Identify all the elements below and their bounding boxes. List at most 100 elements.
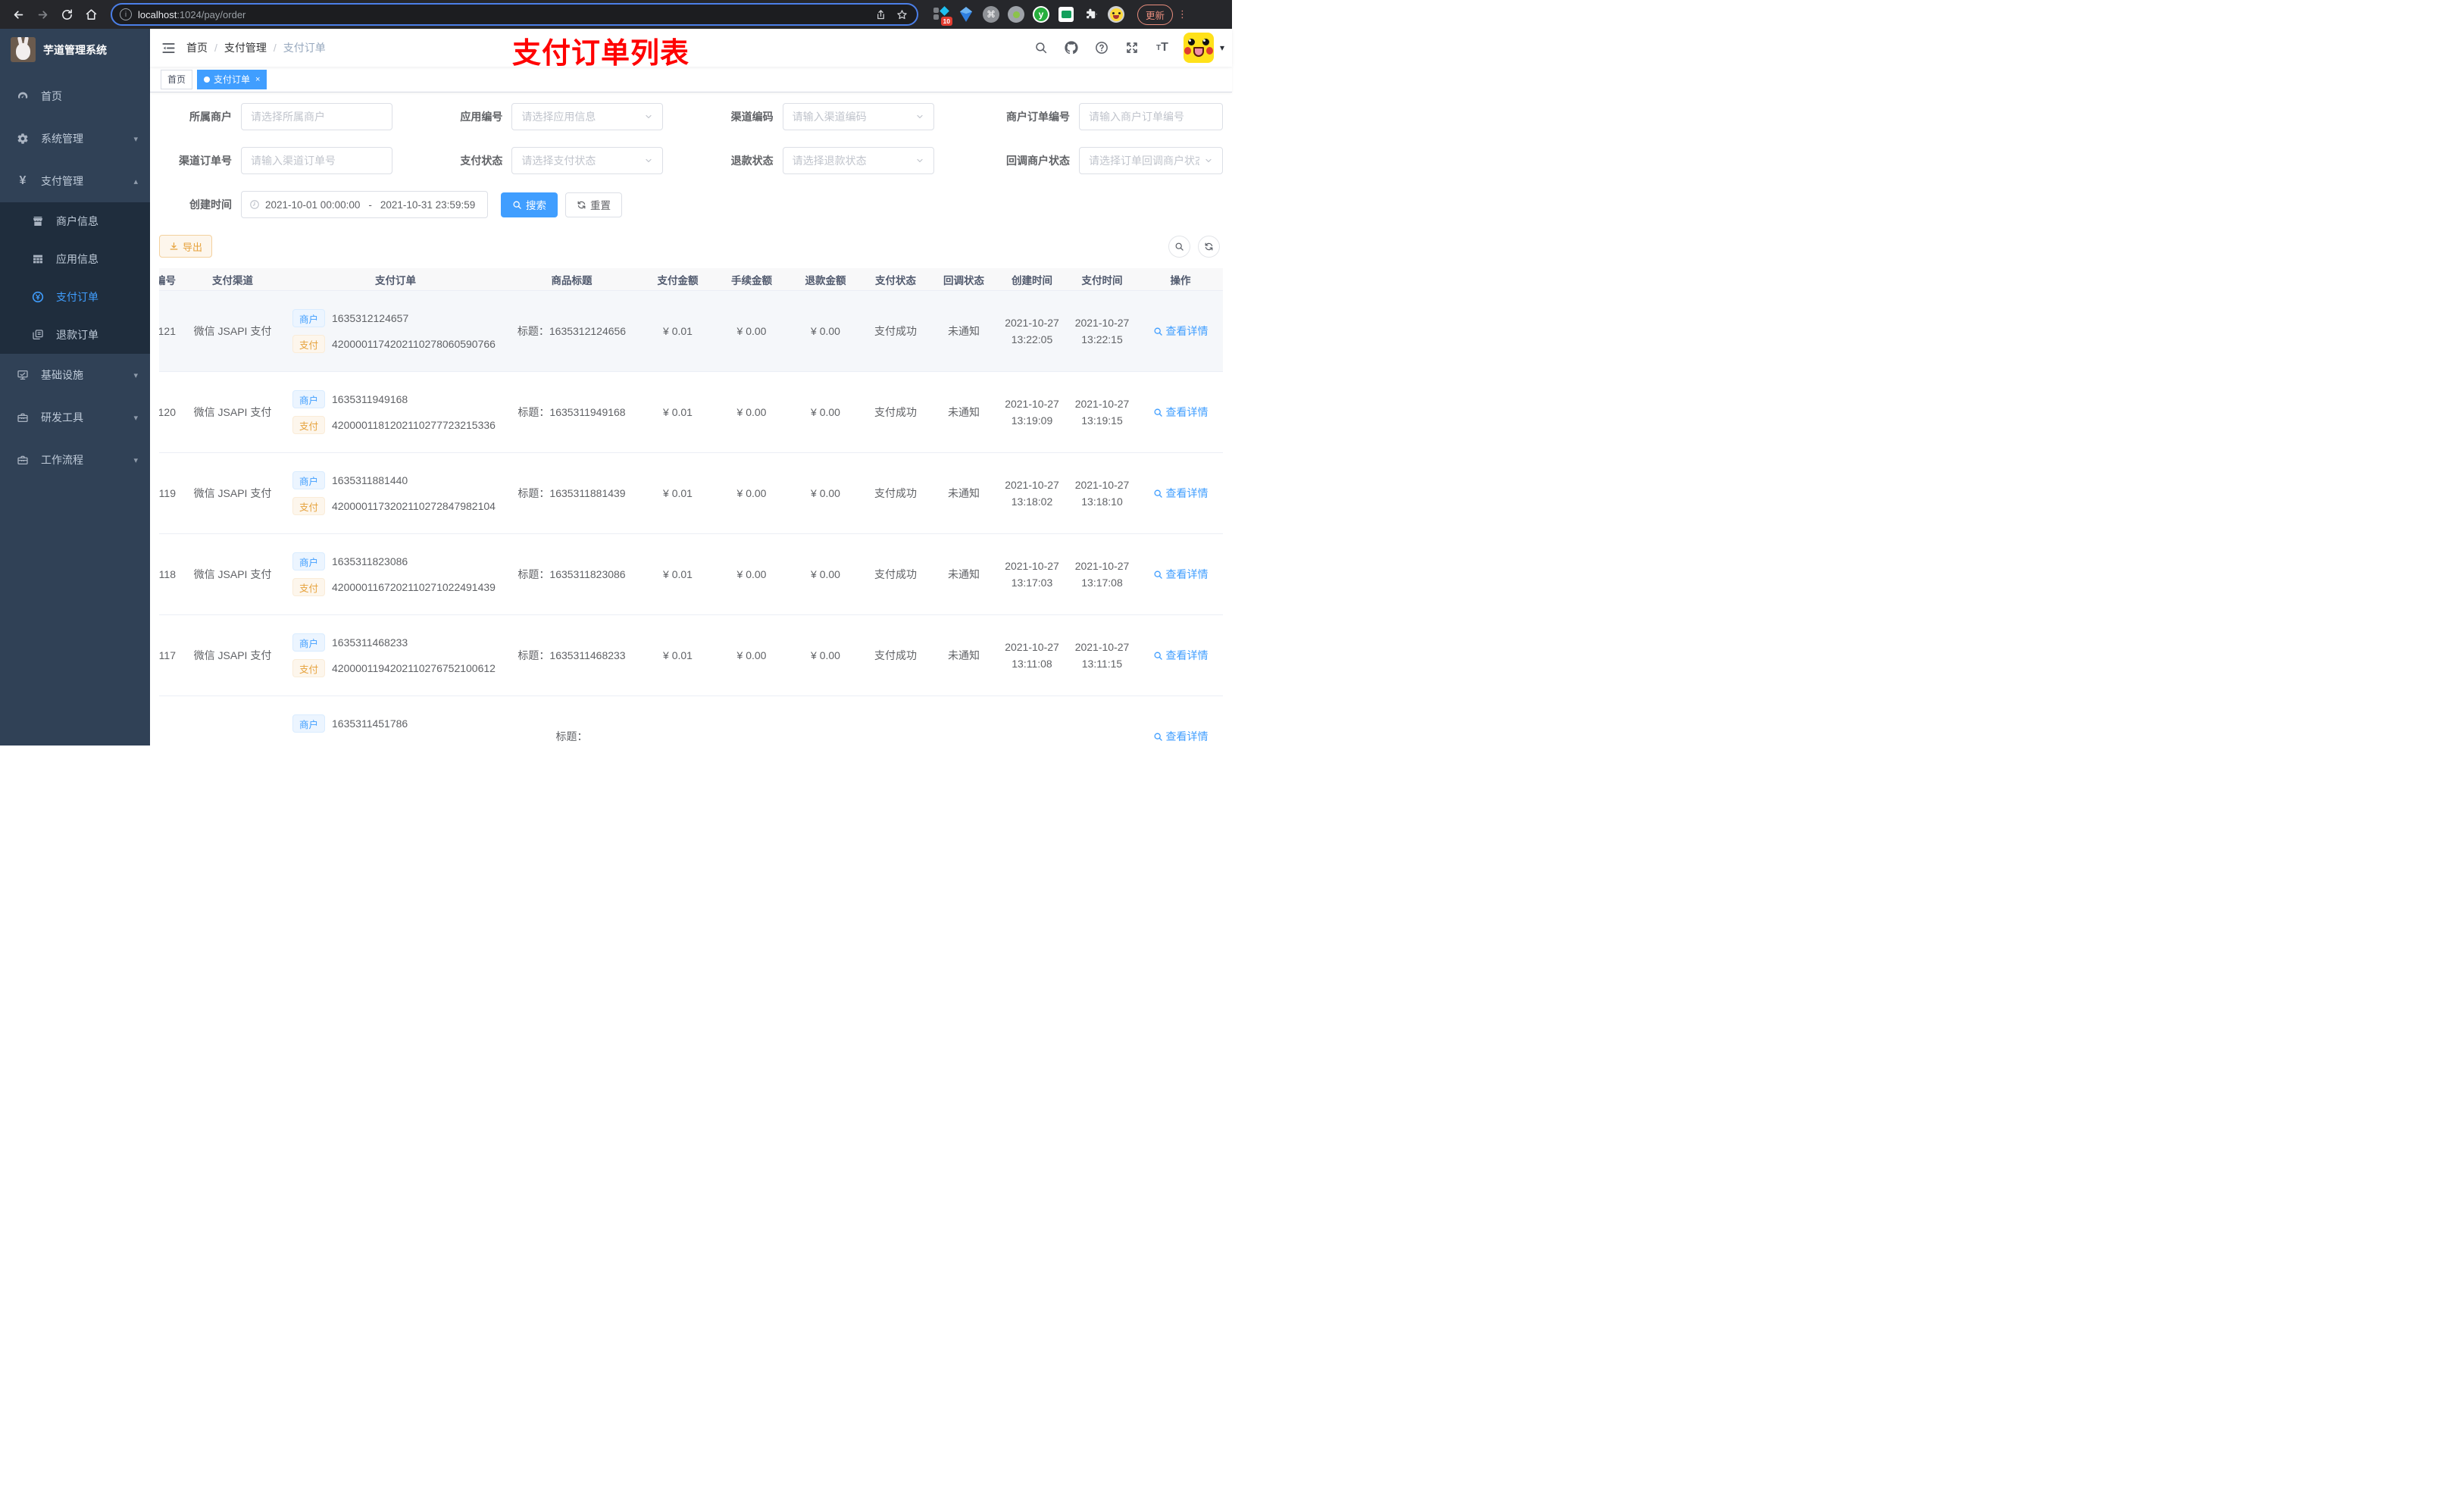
github-icon[interactable] (1056, 29, 1087, 67)
reset-button[interactable]: 重置 (565, 192, 622, 217)
table-row[interactable]: 119 微信 JSAPI 支付 商户 1635311881440 支付 4200… (159, 453, 1223, 534)
browser-reload-button[interactable] (56, 4, 77, 25)
pay-tag: 支付 (292, 497, 326, 515)
goods-title: 标题：1635311949168 (518, 406, 626, 418)
extension-badge: 10 (940, 17, 952, 26)
extension-command-icon[interactable]: ⌘ (982, 5, 1000, 23)
export-button[interactable]: 导出 (159, 235, 213, 258)
address-bar[interactable]: i localhost:1024/pay/order (111, 3, 918, 26)
notify-status: 未通知 (948, 649, 980, 661)
share-icon[interactable] (873, 9, 888, 20)
pay-order-no: 4200001174202110278060590766 (332, 338, 496, 350)
sidebar-item-merchant-info[interactable]: 商户信息 (0, 202, 150, 240)
search-button[interactable]: 搜索 (501, 192, 558, 217)
notify-status: 未通知 (948, 568, 980, 580)
show-search-toggle-button[interactable] (1168, 235, 1190, 258)
browser-back-button[interactable] (8, 4, 29, 25)
pay-channel: 微信 JSAPI 支付 (193, 406, 272, 418)
channel-code-select[interactable]: 请输入渠道编码 (782, 103, 934, 130)
view-detail-link[interactable]: 查看详情 (1153, 486, 1209, 501)
close-icon[interactable]: × (255, 75, 260, 84)
sidebar-item-infra[interactable]: 基础设施 ▾ (0, 354, 150, 396)
browser-home-button[interactable] (80, 4, 102, 25)
extension-tabs-icon[interactable]: 10 (932, 5, 952, 26)
notify-status: 未通知 (948, 406, 980, 418)
gear-icon (14, 133, 32, 145)
refresh-table-button[interactable] (1198, 235, 1220, 258)
fee-amount: ¥ 0.00 (736, 649, 767, 661)
create-time: 2021-10-27 13:18:02 (1005, 478, 1059, 508)
extension-y-icon[interactable]: y (1032, 5, 1050, 23)
sidebar-item-refund-order[interactable]: 退款订单 (0, 316, 150, 354)
view-detail-link[interactable]: 查看详情 (1153, 324, 1209, 339)
merchant-order-no-input[interactable]: 请输入商户订单编号 (1078, 103, 1223, 130)
site-info-icon[interactable]: i (120, 8, 132, 20)
browser-menu-icon[interactable]: ⋮ (1177, 8, 1187, 20)
pay-amount: ¥ 0.01 (663, 649, 693, 661)
app-no-select[interactable]: 请选择应用信息 (511, 103, 664, 130)
sidebar-item-workflow[interactable]: 工作流程 ▾ (0, 439, 150, 481)
sidebar-toggle-icon[interactable] (150, 29, 186, 67)
fullscreen-icon[interactable] (1117, 29, 1147, 67)
fee-amount: ¥ 0.00 (736, 568, 767, 580)
user-avatar[interactable] (1183, 33, 1214, 63)
sidebar-item-home[interactable]: 首页 (0, 75, 150, 117)
browser-forward-button[interactable] (32, 4, 53, 25)
merchant-input[interactable]: 请选择所属商户 (241, 103, 392, 130)
channel-order-no-label: 渠道订单号 (179, 155, 232, 167)
view-detail-link[interactable]: 查看详情 (1153, 405, 1209, 420)
view-detail-link[interactable]: 查看详情 (1153, 729, 1209, 744)
merchant-tag: 商户 (292, 471, 326, 489)
monitor-icon (14, 369, 32, 381)
font-size-icon[interactable]: TT (1147, 29, 1177, 67)
pay-amount: ¥ 0.01 (663, 406, 693, 418)
pay-status-select[interactable]: 请选择支付状态 (511, 147, 664, 174)
fee-amount: ¥ 0.00 (736, 325, 767, 337)
profile-emoji-icon[interactable] (1107, 5, 1125, 23)
extensions-puzzle-icon[interactable] (1082, 5, 1100, 23)
annotation-title: 支付订单列表 (512, 38, 690, 70)
bookmark-star-icon[interactable] (894, 9, 909, 20)
view-detail-link[interactable]: 查看详情 (1153, 648, 1209, 663)
pay-order-no: 4200001181202110277723215336 (332, 419, 496, 431)
pay-status-label: 支付状态 (460, 155, 503, 167)
chevron-down-icon (1204, 156, 1213, 165)
header-search-icon[interactable] (1026, 29, 1056, 67)
sidebar-item-devtools[interactable]: 研发工具 ▾ (0, 396, 150, 439)
goods-title: 标题： (555, 730, 588, 742)
tab-home[interactable]: 首页 (161, 69, 193, 89)
table-row[interactable]: 121 微信 JSAPI 支付 商户 1635312124657 支付 4200… (159, 291, 1223, 372)
order-id: 121 (159, 325, 176, 337)
sidebar-logo[interactable]: 芋道管理系统 (0, 29, 150, 70)
sidebar-item-system[interactable]: 系统管理 ▾ (0, 117, 150, 160)
order-id: 118 (159, 568, 176, 580)
sidebar-item-pay[interactable]: ¥ 支付管理 ▴ (0, 160, 150, 202)
top-navbar: 首页 / 支付管理 / 支付订单 TT ▾ (150, 29, 1232, 67)
table-row[interactable]: 118 微信 JSAPI 支付 商户 1635311823086 支付 4200… (159, 534, 1223, 615)
refund-status-select[interactable]: 请选择退款状态 (782, 147, 934, 174)
breadcrumb-home[interactable]: 首页 (186, 40, 208, 55)
sidebar-item-pay-order[interactable]: 支付订单 (0, 278, 150, 316)
table-row[interactable]: 商户 1635311451786 支付 标题： 查看详情 (159, 696, 1223, 746)
extension-chat-icon[interactable] (1057, 5, 1075, 23)
fee-amount: ¥ 0.00 (736, 487, 767, 499)
create-time-range-picker[interactable]: 2021-10-01 00:00:00 - 2021-10-31 23:59:5… (241, 191, 488, 218)
extension-dot-icon[interactable] (1007, 5, 1025, 23)
tab-pay-order[interactable]: 支付订单 × (197, 69, 267, 89)
table-row[interactable]: 117 微信 JSAPI 支付 商户 1635311468233 支付 4200… (159, 615, 1223, 696)
avatar-caret-icon[interactable]: ▾ (1220, 42, 1224, 53)
notify-status-select[interactable]: 请选择订单回调商户状态 (1078, 147, 1223, 174)
yen-icon: ¥ (19, 174, 27, 187)
view-detail-link[interactable]: 查看详情 (1153, 567, 1209, 582)
extension-gem-icon[interactable] (957, 5, 975, 23)
channel-order-no-input[interactable]: 请输入渠道订单号 (241, 147, 392, 174)
breadcrumb-pay[interactable]: 支付管理 (224, 40, 267, 55)
merchant-order-no: 1635312124657 (332, 312, 409, 324)
table-row[interactable]: 120 微信 JSAPI 支付 商户 1635311949168 支付 4200… (159, 372, 1223, 453)
sidebar-item-app-info[interactable]: 应用信息 (0, 240, 150, 278)
refund-amount: ¥ 0.00 (811, 325, 840, 337)
help-icon[interactable] (1087, 29, 1117, 67)
create-time: 2021-10-27 13:19:09 (1005, 397, 1059, 427)
create-time: 2021-10-27 13:11:08 (1005, 640, 1059, 670)
browser-update-button[interactable]: 更新 (1137, 4, 1174, 25)
